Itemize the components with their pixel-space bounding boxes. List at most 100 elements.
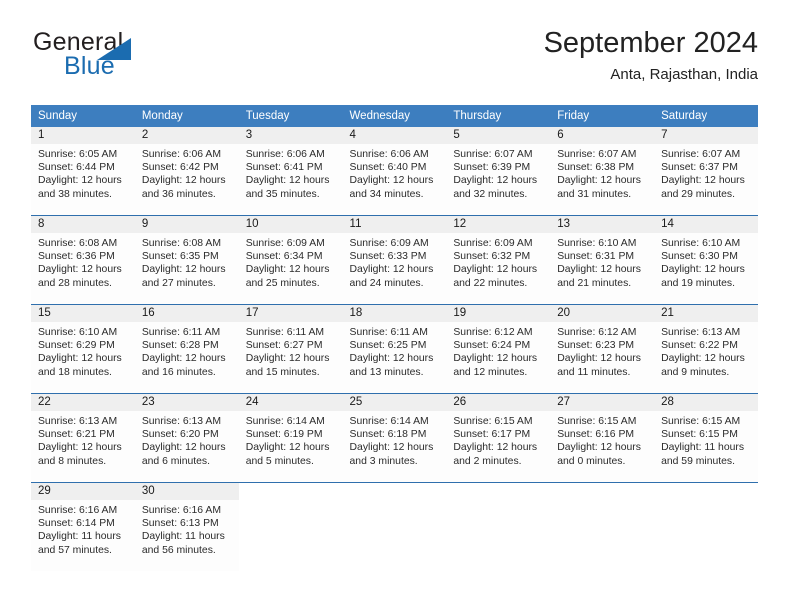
daylight-text-line2: and 2 minutes.: [453, 455, 522, 467]
sunrise-text: Sunrise: 6:15 AM: [557, 416, 637, 427]
day-cell[interactable]: 12 Sunrise: 6:09 AM Sunset: 6:32 PM Dayligh…: [446, 216, 551, 304]
daylight-text-line1: Daylight: 12 hours: [349, 442, 434, 454]
sunset-text: Sunset: 6:40 PM: [349, 162, 427, 174]
daylight-text-line1: Daylight: 12 hours: [38, 353, 122, 365]
day-cell[interactable]: 24 Sunrise: 6:14 AM Sunset: 6:19 PM Dayligh…: [238, 394, 343, 482]
calendar-cell: 2 Sunrise: 6:06 AM Sunset: 6:42 PM Daylight…: [134, 127, 239, 216]
day-details: Sunrise: 6:12 AM Sunset: 6:24 PM Daylight:…: [446, 322, 550, 379]
sunrise-text: Sunrise: 6:09 AM: [349, 238, 429, 249]
calendar-grid: Sunday Monday Tuesday Wednesday Thursday…: [31, 105, 758, 571]
day-cell[interactable]: 1 Sunrise: 6:05 AM Sunset: 6:44 PM Daylight…: [31, 127, 135, 215]
day-details: Sunrise: 6:11 AM Sunset: 6:25 PM Daylight:…: [343, 322, 447, 379]
day-cell[interactable]: 8 Sunrise: 6:08 AM Sunset: 6:36 PM Daylight…: [31, 216, 135, 304]
calendar-cell: 10 Sunrise: 6:09 AM Sunset: 6:34 PM Dayligh…: [238, 215, 343, 305]
day-number: 12: [446, 216, 551, 233]
day-details: Sunrise: 6:09 AM Sunset: 6:32 PM Daylight:…: [446, 233, 550, 290]
day-cell[interactable]: 9 Sunrise: 6:08 AM Sunset: 6:35 PM Daylight…: [134, 216, 239, 304]
calendar-cell: 29 Sunrise: 6:16 AM Sunset: 6:14 PM Dayligh…: [31, 482, 135, 571]
daylight-text-line1: Daylight: 12 hours: [661, 353, 745, 365]
sunrise-text: Sunrise: 6:11 AM: [245, 327, 325, 338]
daylight-text-line1: Daylight: 12 hours: [38, 442, 122, 454]
calendar-week-row: 8 Sunrise: 6:08 AM Sunset: 6:36 PM Daylight…: [31, 215, 758, 305]
daylight-text-line1: Daylight: 12 hours: [141, 353, 226, 365]
day-cell[interactable]: 22 Sunrise: 6:13 AM Sunset: 6:21 PM Dayligh…: [31, 394, 135, 482]
day-cell[interactable]: 17 Sunrise: 6:11 AM Sunset: 6:27 PM Dayligh…: [238, 305, 343, 393]
day-cell[interactable]: 25 Sunrise: 6:14 AM Sunset: 6:18 PM Dayligh…: [342, 394, 447, 482]
day-cell[interactable]: 3 Sunrise: 6:06 AM Sunset: 6:41 PM Daylight…: [238, 127, 343, 215]
day-cell[interactable]: 29 Sunrise: 6:16 AM Sunset: 6:14 PM Dayligh…: [31, 483, 135, 571]
day-number: 20: [550, 305, 655, 322]
weekday-header-tuesday: Tuesday: [238, 105, 343, 127]
page-title: September 2024: [543, 27, 758, 59]
day-number: 2: [134, 127, 239, 144]
sunrise-text: Sunrise: 6:10 AM: [661, 238, 741, 249]
sunset-text: Sunset: 6:22 PM: [661, 340, 738, 352]
daylight-text-line2: and 8 minutes.: [38, 455, 107, 467]
weekday-header-saturday: Saturday: [654, 105, 758, 127]
day-details: Sunrise: 6:06 AM Sunset: 6:40 PM Daylight:…: [343, 144, 447, 201]
sunrise-text: Sunrise: 6:05 AM: [38, 149, 118, 160]
sunset-text: Sunset: 6:35 PM: [141, 251, 219, 263]
sunset-text: Sunset: 6:13 PM: [141, 518, 219, 530]
sunset-text: Sunset: 6:25 PM: [349, 340, 427, 352]
day-number: 10: [238, 216, 343, 233]
day-details: Sunrise: 6:14 AM Sunset: 6:18 PM Daylight:…: [343, 411, 447, 468]
daylight-text-line2: and 9 minutes.: [661, 366, 730, 378]
calendar-cell-empty: [446, 482, 551, 571]
day-details: Sunrise: 6:12 AM Sunset: 6:23 PM Daylight:…: [550, 322, 654, 379]
daylight-text-line1: Daylight: 11 hours: [661, 442, 745, 454]
day-details: Sunrise: 6:05 AM Sunset: 6:44 PM Daylight:…: [31, 144, 135, 201]
day-cell[interactable]: 15 Sunrise: 6:10 AM Sunset: 6:29 PM Dayligh…: [31, 305, 135, 393]
day-details: Sunrise: 6:08 AM Sunset: 6:35 PM Daylight:…: [135, 233, 239, 290]
day-cell[interactable]: 14 Sunrise: 6:10 AM Sunset: 6:30 PM Dayligh…: [654, 216, 758, 304]
sunset-text: Sunset: 6:20 PM: [141, 429, 219, 441]
sunset-text: Sunset: 6:30 PM: [661, 251, 738, 263]
day-number: 5: [446, 127, 551, 144]
daylight-text-line1: Daylight: 12 hours: [245, 175, 330, 187]
day-cell[interactable]: 26 Sunrise: 6:15 AM Sunset: 6:17 PM Dayligh…: [446, 394, 551, 482]
day-cell[interactable]: 7 Sunrise: 6:07 AM Sunset: 6:37 PM Daylight…: [654, 127, 758, 215]
day-cell[interactable]: 11 Sunrise: 6:09 AM Sunset: 6:33 PM Dayligh…: [342, 216, 447, 304]
calendar-cell: 4 Sunrise: 6:06 AM Sunset: 6:40 PM Daylight…: [342, 127, 447, 216]
day-cell[interactable]: 21 Sunrise: 6:13 AM Sunset: 6:22 PM Dayligh…: [654, 305, 758, 393]
day-cell[interactable]: 16 Sunrise: 6:11 AM Sunset: 6:28 PM Dayligh…: [134, 305, 239, 393]
daylight-text-line2: and 13 minutes.: [349, 366, 424, 378]
calendar-cell: 24 Sunrise: 6:14 AM Sunset: 6:19 PM Dayligh…: [238, 393, 343, 483]
sunrise-text: Sunrise: 6:08 AM: [38, 238, 118, 249]
calendar-cell: 27 Sunrise: 6:15 AM Sunset: 6:16 PM Dayligh…: [550, 393, 655, 483]
day-cell[interactable]: 13 Sunrise: 6:10 AM Sunset: 6:31 PM Dayligh…: [550, 216, 655, 304]
daylight-text-line1: Daylight: 12 hours: [349, 175, 434, 187]
sunset-text: Sunset: 6:38 PM: [557, 162, 635, 174]
daylight-text-line1: Daylight: 12 hours: [557, 353, 641, 365]
sunset-text: Sunset: 6:16 PM: [557, 429, 635, 441]
day-cell[interactable]: 19 Sunrise: 6:12 AM Sunset: 6:24 PM Dayligh…: [446, 305, 551, 393]
day-cell[interactable]: 30 Sunrise: 6:16 AM Sunset: 6:13 PM Dayligh…: [134, 483, 239, 571]
calendar-header-row: Sunday Monday Tuesday Wednesday Thursday…: [31, 105, 758, 127]
sunset-text: Sunset: 6:44 PM: [38, 162, 115, 174]
day-cell[interactable]: 28 Sunrise: 6:15 AM Sunset: 6:15 PM Dayligh…: [654, 394, 758, 482]
day-cell[interactable]: 2 Sunrise: 6:06 AM Sunset: 6:42 PM Daylight…: [134, 127, 239, 215]
weekday-header-sunday: Sunday: [31, 105, 135, 127]
sunrise-text: Sunrise: 6:11 AM: [349, 327, 428, 338]
day-cell[interactable]: 20 Sunrise: 6:12 AM Sunset: 6:23 PM Dayligh…: [550, 305, 655, 393]
calendar-week-row: 15 Sunrise: 6:10 AM Sunset: 6:29 PM Dayligh…: [31, 304, 758, 394]
day-cell[interactable]: 5 Sunrise: 6:07 AM Sunset: 6:39 PM Daylight…: [446, 127, 551, 215]
day-cell[interactable]: 10 Sunrise: 6:09 AM Sunset: 6:34 PM Dayligh…: [238, 216, 343, 304]
daylight-text-line2: and 59 minutes.: [661, 455, 735, 467]
day-cell[interactable]: 18 Sunrise: 6:11 AM Sunset: 6:25 PM Dayligh…: [342, 305, 447, 393]
day-cell[interactable]: 27 Sunrise: 6:15 AM Sunset: 6:16 PM Dayligh…: [550, 394, 655, 482]
calendar-cell: 7 Sunrise: 6:07 AM Sunset: 6:37 PM Daylight…: [654, 127, 758, 216]
calendar-cell: 20 Sunrise: 6:12 AM Sunset: 6:23 PM Dayligh…: [550, 304, 655, 394]
weekday-header-wednesday: Wednesday: [342, 105, 447, 127]
day-cell[interactable]: 4 Sunrise: 6:06 AM Sunset: 6:40 PM Daylight…: [342, 127, 447, 215]
daylight-text-line2: and 32 minutes.: [453, 188, 528, 200]
brand-logo[interactable]: General Blue: [31, 26, 211, 84]
calendar-week-row: 22 Sunrise: 6:13 AM Sunset: 6:21 PM Dayligh…: [31, 393, 758, 483]
day-cell[interactable]: 23 Sunrise: 6:13 AM Sunset: 6:20 PM Dayligh…: [134, 394, 239, 482]
brand-name-blue: Blue: [64, 52, 115, 80]
day-details: Sunrise: 6:15 AM Sunset: 6:16 PM Daylight:…: [550, 411, 654, 468]
daylight-text-line2: and 57 minutes.: [38, 544, 112, 556]
sunrise-text: Sunrise: 6:06 AM: [141, 149, 221, 160]
day-cell[interactable]: 6 Sunrise: 6:07 AM Sunset: 6:38 PM Daylight…: [550, 127, 655, 215]
day-details: Sunrise: 6:10 AM Sunset: 6:29 PM Daylight:…: [31, 322, 135, 379]
